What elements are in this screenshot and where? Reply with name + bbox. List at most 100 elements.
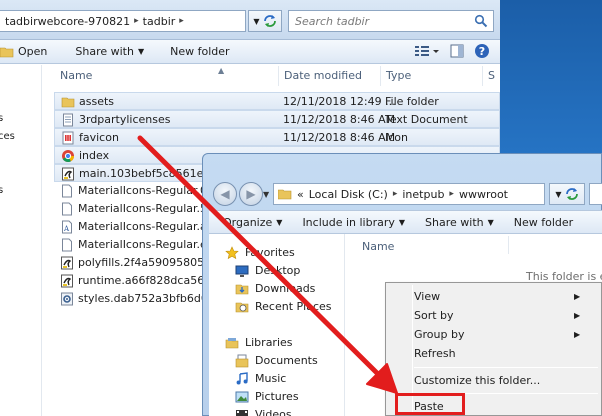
chevron-down-icon[interactable]: ▼ xyxy=(555,190,561,199)
file-name: assets xyxy=(79,95,115,108)
chevron-down-icon: ▼ xyxy=(276,217,283,227)
arrow-right-icon: ▶ xyxy=(246,187,256,201)
forward-button[interactable]: ▶ xyxy=(239,182,263,206)
organize-label: Organize xyxy=(223,215,273,229)
submenu-arrow-icon: ▶ xyxy=(574,311,581,320)
command-bar: Open Share with ▼ New folder ? xyxy=(0,40,500,64)
file-type: Text Document xyxy=(385,113,468,126)
breadcrumb-wwwroot[interactable]: wwwroot xyxy=(459,188,508,201)
breadcrumb-inetpub[interactable]: inetpub xyxy=(402,188,444,201)
context-menu: View ▶ Sort by ▶ Group by ▶ Refresh Cust… xyxy=(385,282,602,416)
menu-item-refresh[interactable]: Refresh xyxy=(414,344,456,363)
breadcrumb-separator-icon[interactable]: ▸ xyxy=(393,189,398,199)
sidebar-item-recent-places[interactable]: Recent Places xyxy=(235,298,332,315)
sidebar-item-label: Recent Places xyxy=(255,300,332,313)
table-row[interactable]: favicon 11/12/2018 8:46 AM Icon xyxy=(54,128,500,146)
sidebar-item-label: Desktop xyxy=(255,264,301,277)
menu-item-customize-folder[interactable]: Customize this folder... xyxy=(414,371,540,390)
organize-button[interactable]: Organize ▼ xyxy=(209,212,292,232)
back-button[interactable]: ◀ xyxy=(213,182,237,206)
sidebar-item-label: Videos xyxy=(255,408,292,416)
breadcrumb-separator-icon[interactable]: ▸ xyxy=(449,189,454,199)
new-folder-button[interactable]: New folder xyxy=(504,212,583,232)
refresh-button[interactable]: ▼ xyxy=(549,183,585,205)
open-label: Open xyxy=(18,45,48,58)
chevron-down-icon[interactable]: ▼ xyxy=(253,17,259,26)
column-divider[interactable] xyxy=(380,66,381,86)
js-script-icon xyxy=(61,274,73,288)
column-header-date[interactable]: Date modified xyxy=(284,69,362,82)
sidebar-item-pictures[interactable]: Pictures xyxy=(235,388,299,405)
menu-separator xyxy=(414,367,598,368)
document-icon xyxy=(62,202,72,216)
file-date: 11/12/2018 8:46 AM xyxy=(283,113,396,126)
file-name: MaterialIcons-Regular.012 xyxy=(78,184,222,197)
menu-item-group-by[interactable]: Group by ▶ xyxy=(414,325,580,344)
breadcrumb-tadbir[interactable]: tadbir xyxy=(143,15,176,28)
column-header-name[interactable]: Name xyxy=(362,240,394,253)
table-row[interactable]: 3rdpartylicenses 11/12/2018 8:46 AM Text… xyxy=(54,110,500,128)
menu-item-view[interactable]: View ▶ xyxy=(414,287,580,306)
new-folder-label: New folder xyxy=(170,45,230,58)
nav-fragment[interactable]: s xyxy=(0,185,3,196)
column-divider[interactable] xyxy=(278,66,279,86)
table-row[interactable]: assets 12/11/2018 12:49 ... File folder xyxy=(54,92,500,110)
share-with-button[interactable]: Share with ▼ xyxy=(69,42,150,62)
chevron-down-icon: ▼ xyxy=(398,217,406,227)
sidebar-item-label: Music xyxy=(255,372,287,385)
address-bar[interactable]: tadbirwebcore-970821 ▸ tadbir ▸ xyxy=(0,10,246,32)
sidebar-item-documents[interactable]: Documents xyxy=(235,352,318,369)
share-with-button[interactable]: Share with ▼ xyxy=(415,212,504,232)
sidebar-item-downloads[interactable]: Downloads xyxy=(235,280,315,297)
videos-icon xyxy=(236,409,248,416)
breadcrumb-local-disk[interactable]: Local Disk (C:) xyxy=(309,188,388,201)
music-icon xyxy=(236,371,248,384)
document-icon xyxy=(62,184,72,198)
pictures-icon xyxy=(235,391,249,402)
nav-fragment[interactable]: s xyxy=(0,113,3,124)
sidebar-item-libraries[interactable]: Libraries xyxy=(225,334,293,351)
window-title-bar[interactable] xyxy=(203,154,601,184)
open-button[interactable]: Open xyxy=(0,42,53,62)
recent-pages-chevron-icon[interactable]: ▼ xyxy=(263,190,269,199)
include-in-library-button[interactable]: Include in library ▼ xyxy=(292,212,415,232)
folder-icon xyxy=(278,189,292,200)
menu-item-label: Refresh xyxy=(414,347,456,360)
search-input[interactable]: Search tadbir xyxy=(288,10,494,32)
sidebar-item-label: Documents xyxy=(255,354,318,367)
column-divider[interactable] xyxy=(482,66,483,86)
new-folder-button[interactable]: New folder xyxy=(164,42,235,62)
address-bar[interactable]: « Local Disk (C:) ▸ inetpub ▸ wwwroot xyxy=(273,183,545,205)
menu-item-sort-by[interactable]: Sort by ▶ xyxy=(414,306,580,325)
address-bar-area: tadbirwebcore-970821 ▸ tadbir ▸ ▼ Search… xyxy=(0,0,500,40)
file-name: favicon xyxy=(79,131,119,144)
arrow-left-icon: ◀ xyxy=(220,187,230,201)
column-header-type[interactable]: Type xyxy=(386,69,411,82)
folder-icon xyxy=(61,97,75,108)
refresh-button[interactable]: ▼ xyxy=(248,10,282,32)
sidebar-item-music[interactable]: Music xyxy=(235,370,286,387)
annotation-highlight-box xyxy=(395,393,465,415)
view-options-icon[interactable] xyxy=(414,44,440,58)
breadcrumb-overflow[interactable]: « xyxy=(297,188,304,201)
breadcrumb-separator-icon[interactable]: ▸ xyxy=(179,16,184,26)
js-script-icon xyxy=(61,256,73,270)
help-icon[interactable]: ? xyxy=(474,43,490,59)
chevron-down-icon: ▼ xyxy=(487,217,494,227)
sort-arrow-icon: ▲ xyxy=(218,66,225,75)
column-header-size[interactable]: S xyxy=(488,69,495,82)
search-icon[interactable] xyxy=(474,14,488,28)
preview-pane-icon[interactable] xyxy=(450,44,464,58)
submenu-arrow-icon: ▶ xyxy=(574,292,581,301)
sidebar-item-videos[interactable]: Videos xyxy=(235,406,292,416)
breadcrumb-separator-icon[interactable]: ▸ xyxy=(134,16,139,26)
sidebar-item-favorites[interactable]: Favorites xyxy=(225,244,295,261)
column-divider[interactable] xyxy=(508,236,509,254)
column-header-name[interactable]: Name xyxy=(60,69,92,82)
search-input[interactable] xyxy=(589,183,602,205)
sidebar-item-label: Libraries xyxy=(245,336,293,349)
nav-fragment[interactable]: ces xyxy=(0,131,15,142)
back-forward-buttons: ◀ ▶ xyxy=(213,182,267,206)
sidebar-item-desktop[interactable]: Desktop xyxy=(235,262,300,279)
breadcrumb-tadbirwebcore[interactable]: tadbirwebcore-970821 xyxy=(5,15,130,28)
